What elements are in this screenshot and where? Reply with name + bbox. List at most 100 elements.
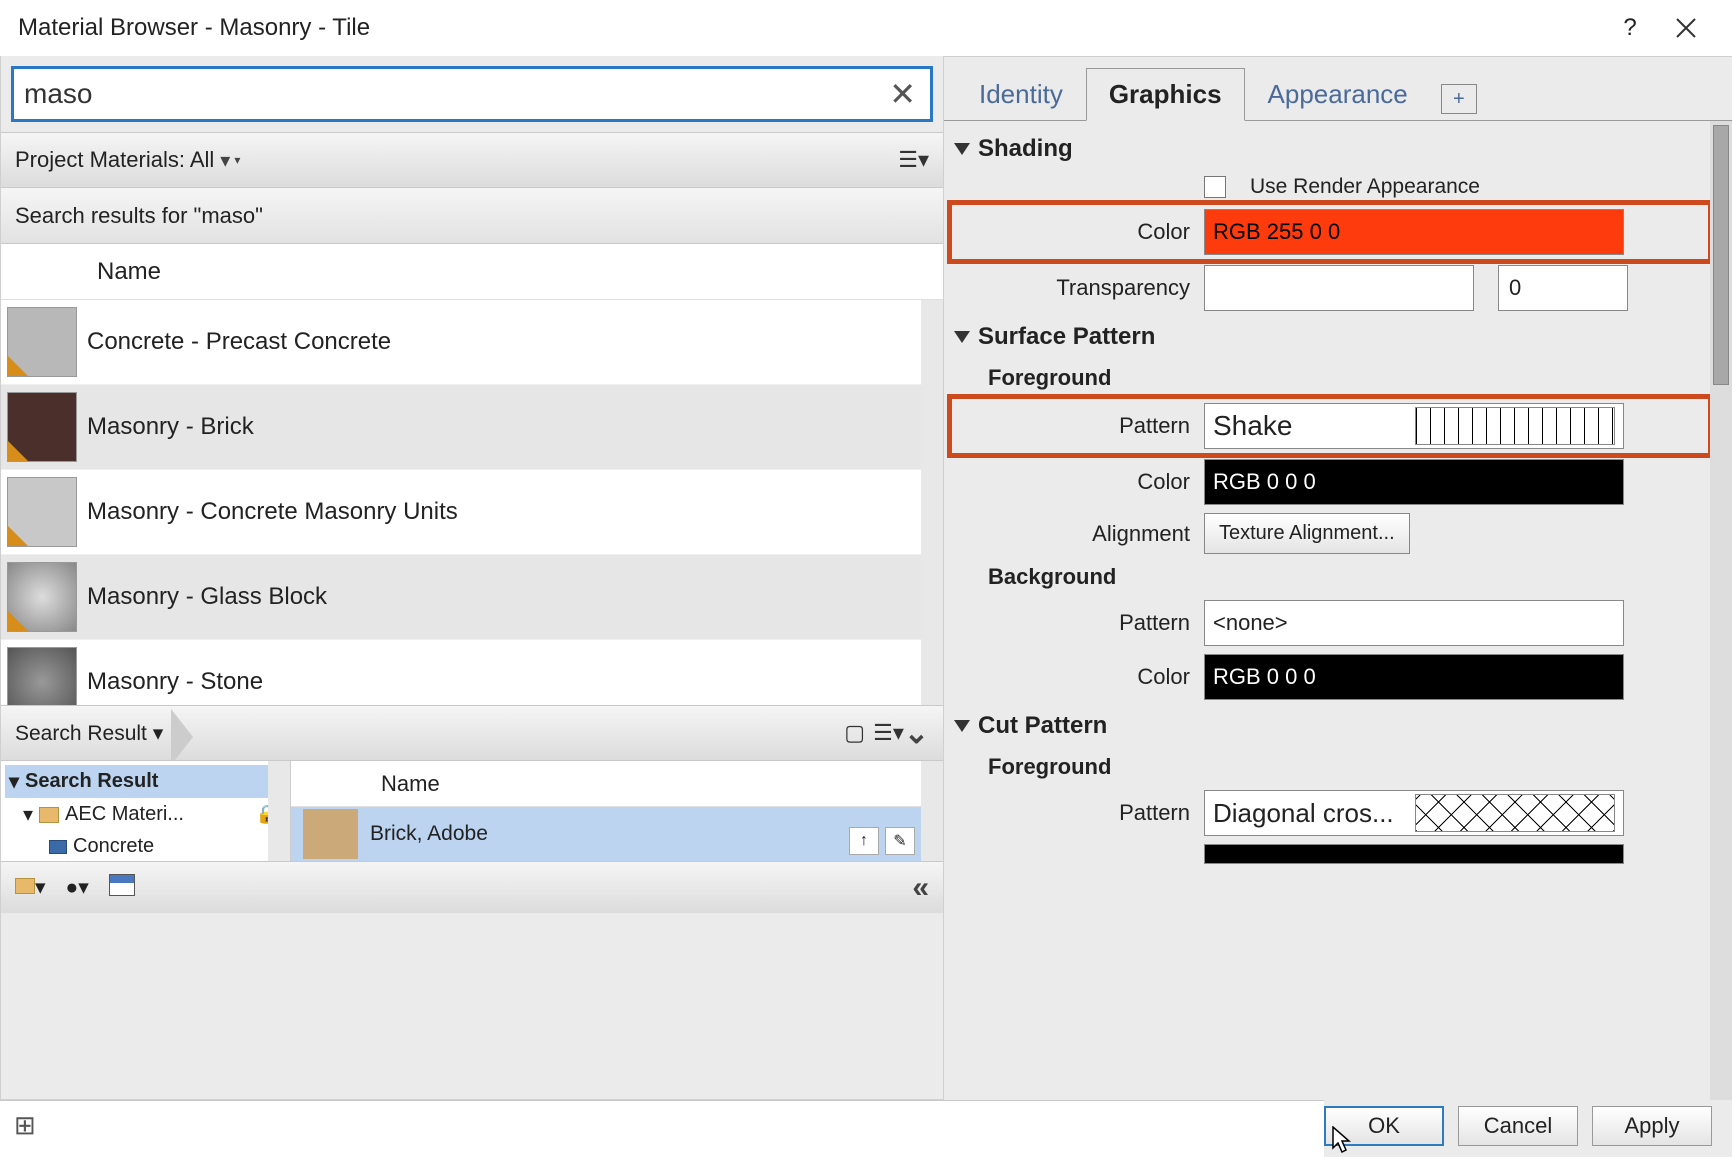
collapse-icon[interactable]: « bbox=[912, 871, 929, 905]
tab-add-button[interactable]: + bbox=[1441, 84, 1477, 114]
surface-fg-color-field[interactable]: RGB 0 0 0 bbox=[1204, 459, 1624, 505]
cursor-icon bbox=[1332, 1126, 1352, 1154]
material-row[interactable]: Masonry - Glass Block bbox=[1, 555, 921, 640]
pattern-preview bbox=[1415, 407, 1615, 445]
search-input[interactable] bbox=[24, 78, 881, 110]
surface-bg-pattern-field[interactable]: <none> bbox=[1204, 600, 1624, 646]
material-name: Masonry - Concrete Masonry Units bbox=[87, 498, 458, 526]
texture-alignment-button[interactable]: Texture Alignment... bbox=[1204, 513, 1410, 554]
use-render-checkbox[interactable] bbox=[1204, 176, 1226, 198]
column-header: Name bbox=[1, 244, 943, 300]
tree-node-search-result[interactable]: ▾ Search Result bbox=[5, 765, 286, 798]
search-box[interactable]: ✕ bbox=[11, 66, 933, 122]
stack-icon bbox=[49, 840, 67, 854]
pattern-preview bbox=[1415, 794, 1615, 832]
filter-caret-icon[interactable]: ▾ bbox=[234, 153, 240, 167]
transparency-slider[interactable] bbox=[1204, 265, 1474, 311]
material-name: Masonry - Glass Block bbox=[87, 583, 327, 611]
library-thumb bbox=[303, 809, 358, 859]
material-row[interactable]: Concrete - Precast Concrete bbox=[1, 300, 921, 385]
properties-scrollbar[interactable] bbox=[1710, 121, 1732, 1100]
material-thumb bbox=[7, 647, 77, 705]
surface-fg-pattern-field[interactable]: Shake bbox=[1204, 403, 1624, 449]
shading-color-field[interactable]: RGB 255 0 0 bbox=[1204, 209, 1624, 255]
section-cut-pattern[interactable]: Cut Pattern bbox=[950, 704, 1710, 748]
material-thumb bbox=[7, 307, 77, 377]
breadcrumb-bar: Search Result ▾ ▢ ☰▾ ⌄ bbox=[1, 705, 943, 761]
tree-node-aec[interactable]: ▾ AEC Materi...🔒 bbox=[5, 798, 286, 831]
transparency-label: Transparency bbox=[990, 275, 1190, 301]
material-thumb bbox=[7, 562, 77, 632]
cut-fg-color-field[interactable] bbox=[1204, 844, 1624, 864]
subsection-cut-foreground[interactable]: Foreground bbox=[950, 748, 1710, 786]
surface-bg-color-field[interactable]: RGB 0 0 0 bbox=[1204, 654, 1624, 700]
library-scrollbar[interactable] bbox=[921, 761, 943, 861]
material-row[interactable]: Masonry - Stone bbox=[1, 640, 921, 705]
left-pane: ✕ Project Materials: All ▾ ▾ ☰▾ Search r… bbox=[0, 56, 944, 1100]
view-list-icon[interactable]: ☰▾ bbox=[873, 720, 904, 746]
view-swatch-icon[interactable] bbox=[109, 874, 135, 902]
material-row[interactable]: Masonry - Concrete Masonry Units bbox=[1, 470, 921, 555]
tree-node-concrete[interactable]: Concrete bbox=[5, 831, 286, 862]
material-row[interactable]: Masonry - Brick bbox=[1, 385, 921, 470]
help-button[interactable]: ? bbox=[1602, 0, 1658, 56]
material-name: Masonry - Stone bbox=[87, 668, 263, 696]
titlebar: Material Browser - Masonry - Tile ? bbox=[0, 0, 1732, 56]
alignment-label: Alignment bbox=[990, 521, 1190, 547]
view-grid-icon[interactable]: ▢ bbox=[844, 720, 865, 746]
pattern-label: Pattern bbox=[990, 800, 1190, 826]
name-column-header[interactable]: Name bbox=[91, 258, 161, 286]
chevron-down-icon bbox=[954, 143, 970, 155]
tree-scrollbar[interactable] bbox=[268, 761, 290, 861]
chevron-down-icon bbox=[954, 720, 970, 732]
grid-icon[interactable]: ⊞ bbox=[14, 1110, 36, 1141]
view-list-icon[interactable]: ☰▾ bbox=[898, 147, 929, 173]
library-list: Name Brick, Adobe ↑ ✎ bbox=[291, 761, 943, 861]
pattern-label: Pattern bbox=[990, 413, 1190, 439]
subsection-foreground[interactable]: Foreground bbox=[950, 359, 1710, 397]
bottom-toolbar: ▾ ●▾ « bbox=[1, 861, 943, 913]
cancel-button[interactable]: Cancel bbox=[1458, 1106, 1578, 1146]
right-pane: Identity Graphics Appearance + Shading U… bbox=[944, 56, 1732, 1100]
section-surface-pattern[interactable]: Surface Pattern bbox=[950, 315, 1710, 359]
open-library-icon[interactable]: ▾ bbox=[15, 875, 46, 900]
list-scrollbar[interactable] bbox=[921, 300, 943, 705]
pattern-label: Pattern bbox=[990, 610, 1190, 636]
tab-identity[interactable]: Identity bbox=[956, 68, 1086, 121]
properties-panel: Shading Use Render Appearance Color RGB … bbox=[944, 121, 1710, 1100]
color-label: Color bbox=[990, 219, 1190, 245]
close-icon bbox=[1675, 17, 1697, 39]
material-name: Concrete - Precast Concrete bbox=[87, 328, 391, 356]
close-button[interactable] bbox=[1658, 0, 1714, 56]
folder-icon bbox=[39, 807, 59, 823]
search-results-header: Search results for "maso" bbox=[1, 188, 943, 244]
tab-graphics[interactable]: Graphics bbox=[1086, 68, 1245, 121]
use-render-label: Use Render Appearance bbox=[1250, 175, 1480, 199]
clear-search-icon[interactable]: ✕ bbox=[881, 75, 924, 113]
ok-button[interactable]: OK bbox=[1324, 1106, 1444, 1146]
expand-icon[interactable]: ⌄ bbox=[904, 716, 929, 751]
cut-fg-pattern-field[interactable]: Diagonal cros... bbox=[1204, 790, 1624, 836]
filter-icon[interactable]: ▾ bbox=[220, 148, 230, 173]
material-thumb bbox=[7, 392, 77, 462]
shading-color-row: Color RGB 255 0 0 bbox=[950, 203, 1710, 261]
project-materials-dropdown[interactable]: Project Materials: All bbox=[15, 147, 214, 173]
transparency-value[interactable]: 0 bbox=[1498, 265, 1628, 311]
apply-button[interactable]: Apply bbox=[1592, 1106, 1712, 1146]
library-name-header[interactable]: Name bbox=[291, 761, 943, 807]
section-shading[interactable]: Shading bbox=[950, 127, 1710, 171]
library-row[interactable]: Brick, Adobe bbox=[291, 807, 943, 861]
color-label: Color bbox=[990, 469, 1190, 495]
status-bar: ⊞ OK Cancel Apply bbox=[0, 1100, 1732, 1150]
move-up-button[interactable]: ↑ bbox=[849, 827, 879, 855]
subsection-background[interactable]: Background bbox=[950, 558, 1710, 596]
color-label: Color bbox=[990, 664, 1190, 690]
surface-fg-pattern-row: Pattern Shake bbox=[950, 397, 1710, 455]
tab-appearance[interactable]: Appearance bbox=[1245, 68, 1431, 121]
new-material-icon[interactable]: ●▾ bbox=[66, 875, 89, 900]
material-thumb bbox=[7, 477, 77, 547]
filter-row: Project Materials: All ▾ ▾ ☰▾ bbox=[1, 132, 943, 188]
edit-button[interactable]: ✎ bbox=[885, 827, 915, 855]
tabs: Identity Graphics Appearance + bbox=[944, 57, 1732, 121]
breadcrumb[interactable]: Search Result ▾ bbox=[15, 721, 193, 746]
